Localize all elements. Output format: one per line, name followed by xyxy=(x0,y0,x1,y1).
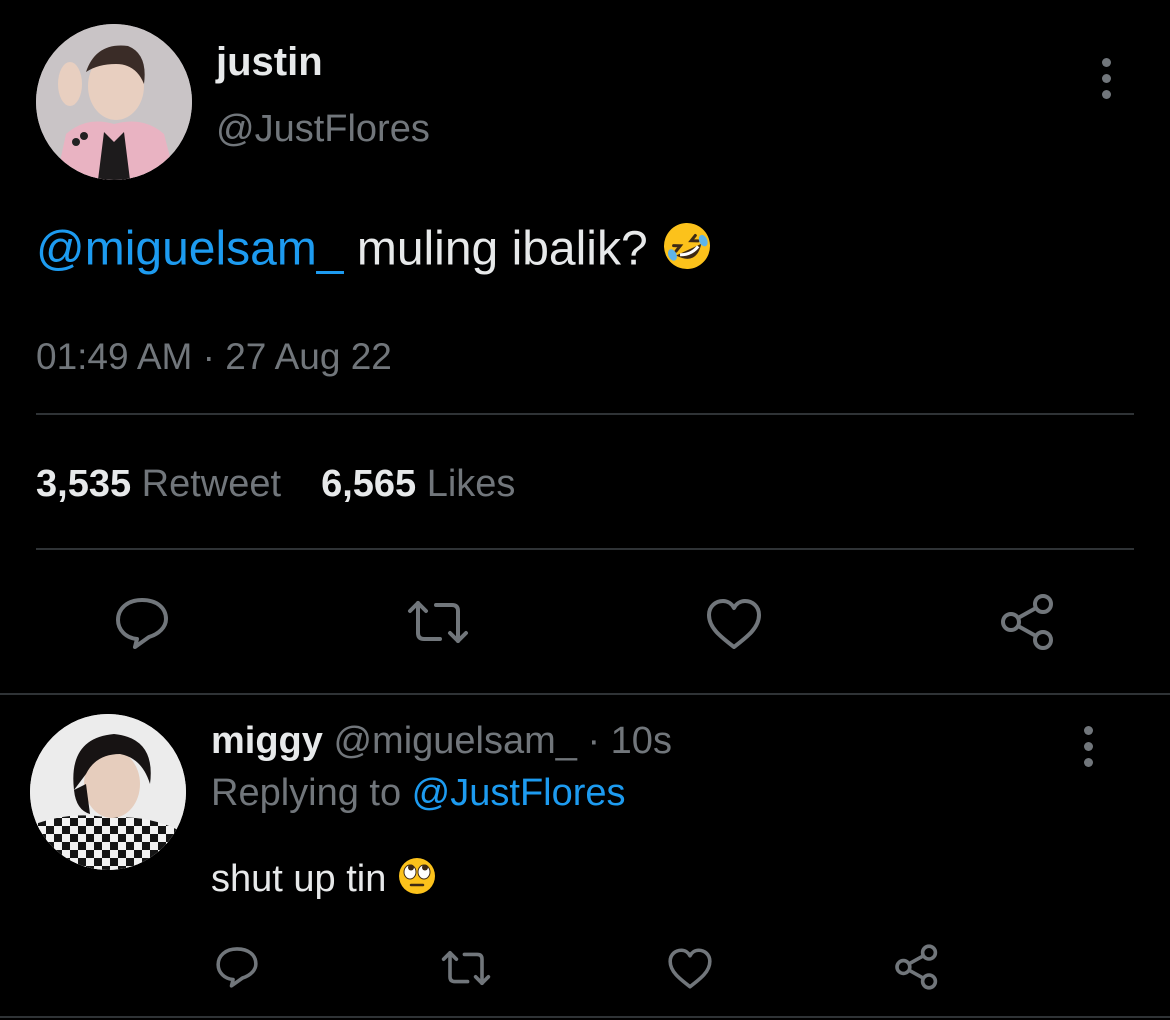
replying-to-prefix: Replying to xyxy=(211,772,412,814)
author-handle[interactable]: @JustFlores xyxy=(216,108,430,151)
reply-author-avatar[interactable] xyxy=(30,714,186,870)
avatar-photo xyxy=(36,24,192,180)
reply-header: miggy @miguelsam_ · 10s xyxy=(211,720,672,763)
reply-retweet-icon[interactable] xyxy=(440,948,492,988)
tweet-text: @miguelsam_ muling ibalik? xyxy=(36,220,713,284)
retweets-label: Retweet xyxy=(141,463,282,505)
reply-author-handle[interactable]: @miguelsam_ xyxy=(333,720,576,762)
likes-count: 6,565 xyxy=(321,463,417,505)
tweet-timestamp[interactable]: 01:49 AM · 27 Aug 22 xyxy=(36,336,392,378)
reply-share-icon[interactable] xyxy=(893,943,941,991)
likes-stat[interactable]: 6,565 Likes xyxy=(321,463,515,505)
retweets-count: 3,535 xyxy=(36,463,132,505)
face-with-rolling-eyes-emoji-icon xyxy=(397,856,437,906)
tweet-mention-link[interactable]: @miguelsam_ xyxy=(36,223,344,276)
bottom-divider xyxy=(0,1016,1170,1018)
replying-to: Replying to @JustFlores xyxy=(211,772,626,815)
reply-time: · 10s xyxy=(576,720,672,762)
replying-to-link[interactable]: @JustFlores xyxy=(412,772,626,814)
avatar-photo xyxy=(30,714,186,870)
divider xyxy=(36,413,1134,415)
tweet-body: muling ibalik? xyxy=(343,222,661,276)
retweet-icon[interactable] xyxy=(406,597,470,647)
reply-body: shut up tin xyxy=(211,858,397,901)
like-icon[interactable] xyxy=(705,597,763,651)
thread-divider xyxy=(0,693,1170,695)
reply-like-icon[interactable] xyxy=(667,947,713,990)
reply-author-display-name[interactable]: miggy xyxy=(211,720,323,762)
author-display-name[interactable]: justin xyxy=(216,40,323,85)
rolling-on-floor-laughing-emoji-icon xyxy=(661,220,713,284)
likes-label: Likes xyxy=(426,463,516,505)
share-icon[interactable] xyxy=(998,592,1058,652)
retweets-stat[interactable]: 3,535 Retweet xyxy=(36,463,281,505)
reply-reply-icon[interactable] xyxy=(214,945,260,989)
reply-icon[interactable] xyxy=(113,595,171,651)
author-avatar[interactable] xyxy=(36,24,192,180)
divider xyxy=(36,548,1134,550)
reply-text: shut up tin xyxy=(211,856,437,906)
reply-more-options-icon[interactable] xyxy=(1084,726,1093,774)
tweet-stats: 3,535 Retweet 6,565 Likes xyxy=(36,463,515,506)
more-options-icon[interactable] xyxy=(1102,58,1111,106)
